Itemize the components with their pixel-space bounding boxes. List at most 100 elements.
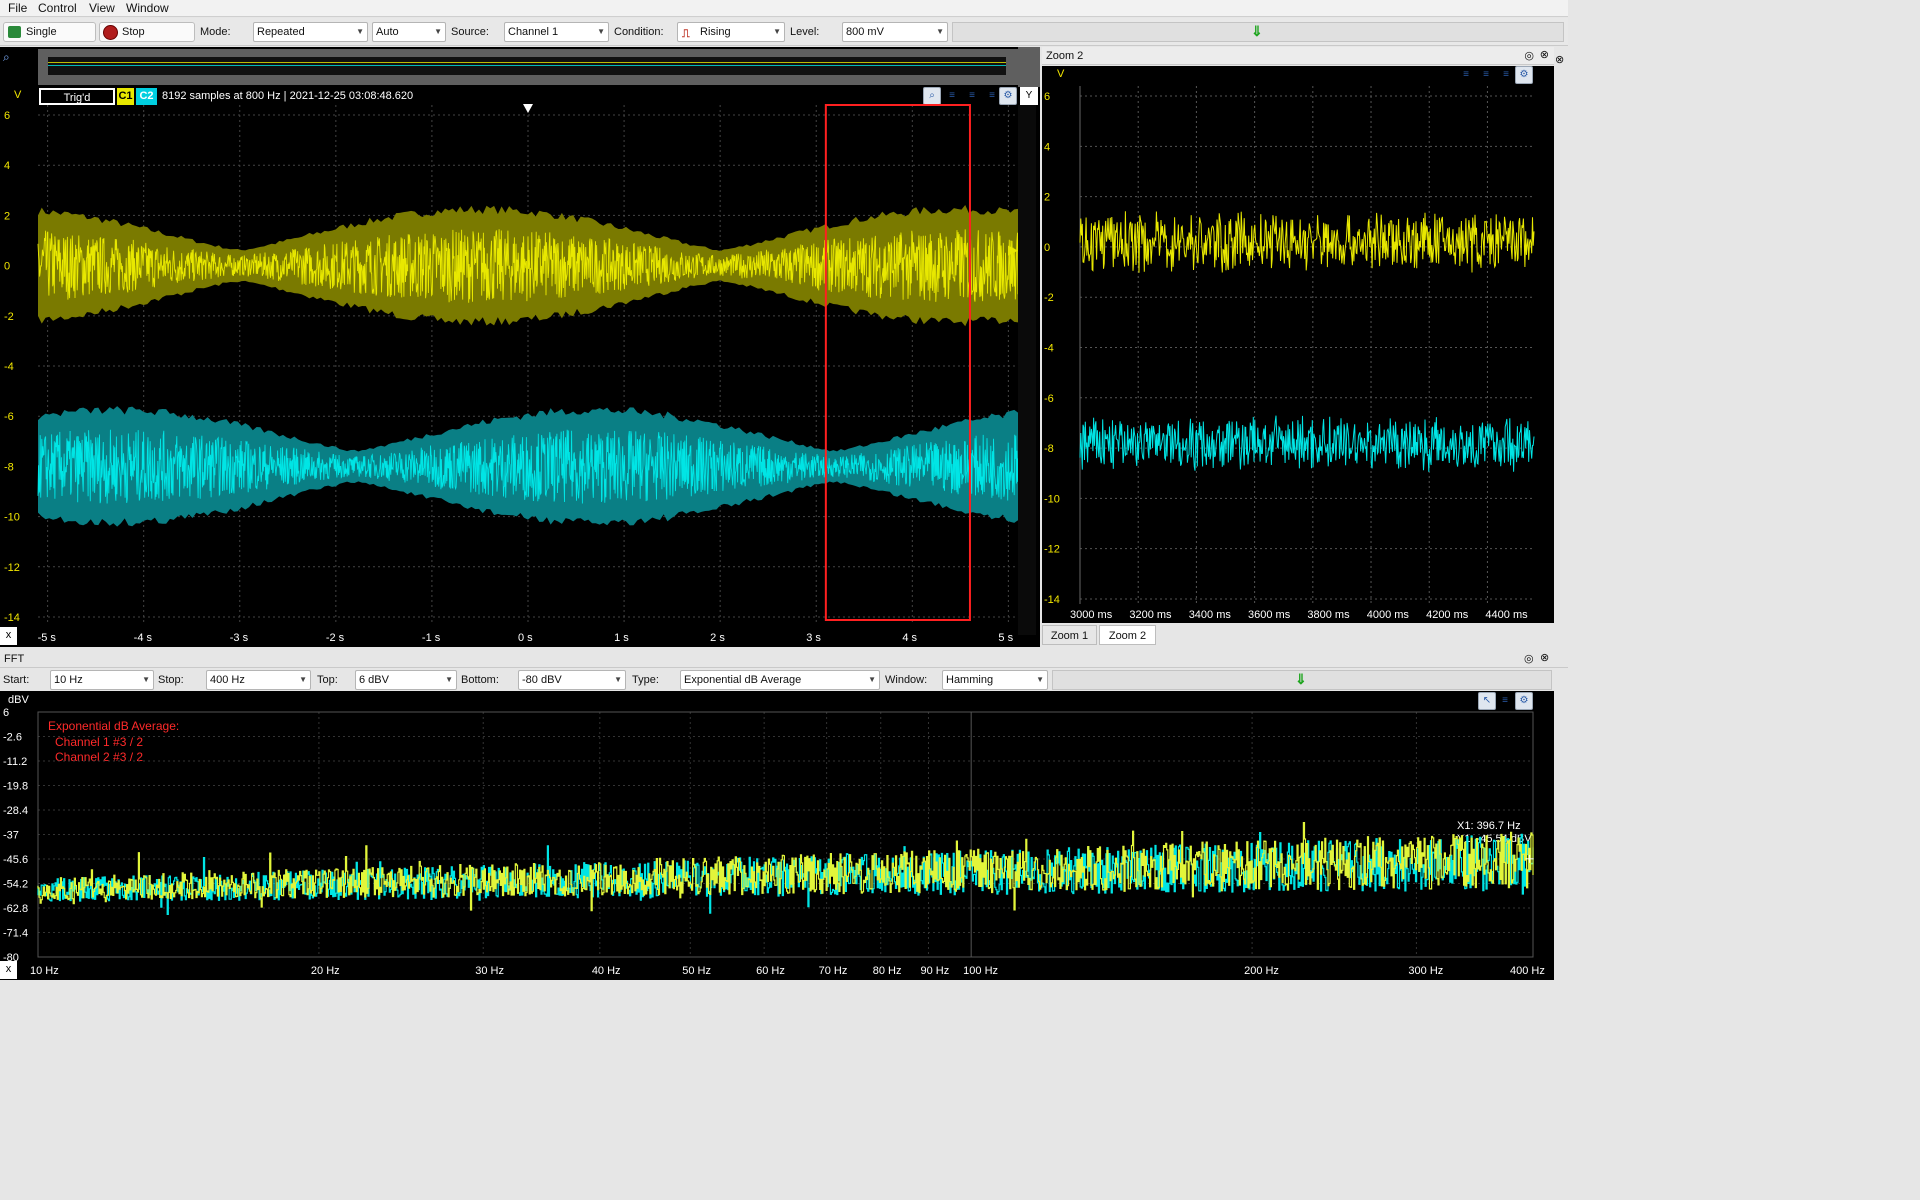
y-tick-label: -6 — [1044, 393, 1054, 405]
mode-select[interactable]: Repeated ▼ — [253, 22, 368, 42]
y-tick-label: -28.4 — [3, 805, 28, 817]
zoom-plot[interactable]: 6 4 2 0 -2 -4 -6 -8 -10 -12 -14 3000 ms 3200 ms 3400 … — [1042, 66, 1554, 623]
zoom-channel2-trace — [1079, 415, 1535, 472]
y-tick-label: -14 — [1044, 594, 1060, 606]
single-button[interactable]: Single — [3, 22, 96, 42]
y-tick-label: -4 — [1044, 343, 1054, 355]
y-tick-label: -11.2 — [3, 756, 27, 768]
chevron-down-icon: ▼ — [597, 27, 605, 36]
y-tick-label: -37 — [3, 830, 19, 842]
zoom-panel: Zoom 2 ◎ ⊗ V ≡ ≡ ≡ ⚙ 6 4 2 0 -2 -4 -6 -8 -10 -12-… — [1042, 47, 1554, 647]
close-icon[interactable]: ⊗ — [1540, 651, 1549, 664]
fft-window-select[interactable]: Hamming ▼ — [942, 670, 1048, 690]
level-input[interactable]: 800 mV ▼ — [842, 22, 948, 42]
arrow-down-icon[interactable]: ⇓ — [1251, 23, 1263, 40]
condition-select[interactable]: ⎍ Rising ▼ — [677, 22, 785, 42]
tab-zoom-1[interactable]: Zoom 1 — [1042, 625, 1097, 645]
y-tick-label: -6 — [4, 411, 14, 423]
fft-bottom-label: Bottom: — [461, 674, 499, 686]
x-tick-label: 3400 ms — [1189, 609, 1232, 621]
fft-channel1-trace — [37, 822, 1534, 912]
right-gutter: ⊗ — [1554, 47, 1568, 647]
y-tick-label: -2.6 — [3, 732, 22, 744]
close-icon[interactable]: ⊗ — [1540, 48, 1549, 61]
x-tick-label: -2 s — [326, 632, 345, 644]
rising-edge-icon: ⎍ — [682, 28, 690, 40]
x-tick-label: 3600 ms — [1248, 609, 1291, 621]
x-tick-label: -5 s — [38, 632, 57, 644]
y-tick-label: -12 — [1044, 544, 1060, 556]
fft-type-select[interactable]: Exponential dB Average ▼ — [680, 670, 880, 690]
arrow-down-icon[interactable]: ⇓ — [1295, 671, 1307, 688]
scope-plot[interactable]: 6 4 2 0 -2 -4 -6 -8 -10 -12 -14 -5 s -4 s -3 s -2 s -1 … — [0, 47, 1040, 647]
condition-label: Condition: — [614, 26, 664, 38]
x-tick-label: 40 Hz — [592, 965, 621, 977]
y-tick-label: -12 — [4, 562, 20, 574]
y-tick-label: -80 — [3, 952, 19, 964]
menu-view[interactable]: View — [89, 1, 115, 15]
stop-button[interactable]: Stop — [99, 22, 195, 42]
x-tick-label: 3000 ms — [1070, 609, 1113, 621]
trigger-auto-select[interactable]: Auto ▼ — [372, 22, 446, 42]
y-tick-label: 0 — [1044, 242, 1050, 254]
x-tick-label: 30 Hz — [475, 965, 504, 977]
fft-stop-input[interactable]: 400 Hz ▼ — [206, 670, 311, 690]
menu-control[interactable]: Control — [38, 1, 77, 15]
zoom-channel1-trace — [1079, 211, 1535, 273]
y-tick-label: 2 — [1044, 192, 1050, 204]
x-tick-label: 200 Hz — [1244, 965, 1279, 977]
y-tick-label: -10 — [1044, 493, 1060, 505]
y-tick-label: 4 — [1044, 141, 1050, 153]
zoom-plot-area: V ≡ ≡ ≡ ⚙ 6 4 2 0 -2 -4 -6 -8 -10 -12 -14 3000 ms 32… — [1042, 66, 1554, 623]
menu-file[interactable]: File — [8, 1, 27, 15]
detach-icon[interactable]: ◎ — [1524, 49, 1534, 62]
x-tick-label: 20 Hz — [311, 965, 340, 977]
y-tick-label: -8 — [1044, 443, 1054, 455]
y-tick-label: 4 — [4, 160, 10, 172]
x-tick-label: 0 s — [518, 632, 533, 644]
x-tick-label: 60 Hz — [756, 965, 785, 977]
scope-panel: ⌕ ✕ V Trig'd C1 C2 8192 samples at 800 H… — [0, 47, 1040, 647]
fft-type-label: Type: — [632, 674, 659, 686]
y-tick-label: -2 — [1044, 292, 1054, 304]
source-select[interactable]: Channel 1 ▼ — [504, 22, 609, 42]
stop-icon — [103, 25, 118, 40]
zoom-selection-box — [824, 104, 971, 621]
fft-start-input[interactable]: 10 Hz ▼ — [50, 670, 154, 690]
fft-top-input[interactable]: 6 dBV ▼ — [355, 670, 457, 690]
tab-zoom-2[interactable]: Zoom 2 — [1099, 625, 1156, 645]
y-tick-label: -19.8 — [3, 781, 28, 793]
single-icon — [8, 26, 21, 38]
fft-start-label: Start: — [3, 674, 30, 686]
right-scale-strip — [1018, 105, 1036, 635]
y-tick-label: 6 — [4, 110, 10, 122]
chevron-down-icon: ▼ — [936, 27, 944, 36]
y-tick-label: -2 — [4, 311, 14, 323]
fft-status-bar: ⇓ — [1052, 670, 1552, 690]
x-tick-label: 1 s — [614, 632, 629, 644]
fft-plot-area: dBV ↖ ≡ ⚙ Exponential dB Average: Channe… — [0, 691, 1554, 980]
y-tick-label: -8 — [4, 461, 14, 473]
chevron-down-icon: ▼ — [299, 675, 307, 684]
menu-window[interactable]: Window — [126, 1, 169, 15]
fft-plot[interactable]: 6 -2.6 -11.2 -19.8 -28.4 -37 -45.6 -54.2 -62.8 -7… — [0, 691, 1554, 980]
trigger-toolbar: Single Stop Mode: Repeated ▼ Auto ▼ Source… — [0, 18, 1568, 46]
x-tick-label: 5 s — [998, 632, 1013, 644]
y-tick-label: -54.2 — [3, 879, 28, 891]
fft-bottom-input[interactable]: -80 dBV ▼ — [518, 670, 626, 690]
fft-panel-title: FFT — [4, 653, 25, 665]
chevron-down-icon: ▼ — [142, 675, 150, 684]
zoom-panel-title: Zoom 2 — [1046, 50, 1084, 62]
source-label: Source: — [451, 26, 489, 38]
x-tick-label: 3800 ms — [1307, 609, 1350, 621]
x-tick-label: 4 s — [902, 632, 917, 644]
trigger-marker — [523, 104, 533, 113]
y-tick-label: -45.6 — [3, 854, 28, 866]
x-tick-label: 70 Hz — [819, 965, 848, 977]
close-icon[interactable]: ⊗ — [1555, 53, 1564, 66]
detach-icon[interactable]: ◎ — [1524, 652, 1534, 665]
x-tick-label: -4 s — [134, 632, 153, 644]
x-tick-label: 4000 ms — [1367, 609, 1410, 621]
x-tick-label: 50 Hz — [682, 965, 711, 977]
level-label: Level: — [790, 26, 820, 38]
